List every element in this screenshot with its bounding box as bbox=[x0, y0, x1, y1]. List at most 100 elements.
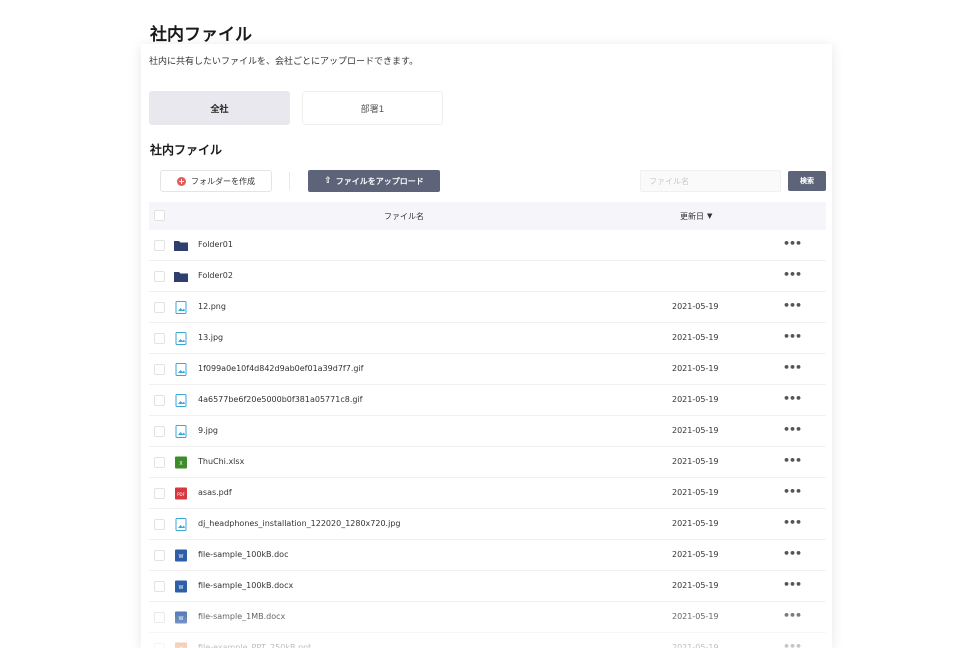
file-date: 2021-05-19 bbox=[672, 581, 719, 590]
file-name[interactable]: 12.png bbox=[198, 302, 226, 311]
tab-all-company[interactable]: 全社 bbox=[149, 91, 290, 125]
more-actions-icon[interactable]: ••• bbox=[783, 361, 802, 374]
row-checkbox[interactable] bbox=[154, 302, 165, 313]
company-tabs: 全社 部署1 bbox=[149, 91, 443, 125]
file-name[interactable]: ThuChi.xlsx bbox=[198, 457, 244, 466]
svg-text:W: W bbox=[179, 616, 184, 622]
table-row[interactable]: W file-sample_1MB.docx 2021-05-19 ••• bbox=[149, 602, 826, 633]
pdf-file-icon: PDF bbox=[174, 487, 188, 500]
file-name[interactable]: file-sample_1MB.docx bbox=[198, 612, 285, 621]
row-checkbox[interactable] bbox=[154, 457, 165, 468]
file-date: 2021-05-19 bbox=[672, 612, 719, 621]
more-actions-icon[interactable]: ••• bbox=[783, 423, 802, 436]
file-name[interactable]: 4a6577be6f20e5000b0f381a05771c8.gif bbox=[198, 395, 362, 404]
more-actions-icon[interactable]: ••• bbox=[783, 516, 802, 529]
row-checkbox[interactable] bbox=[154, 519, 165, 530]
table-row[interactable]: Folder01 ••• bbox=[149, 230, 826, 261]
table-row[interactable]: Folder02 ••• bbox=[149, 261, 826, 292]
table-row[interactable]: W file-sample_100kB.docx 2021-05-19 ••• bbox=[149, 571, 826, 602]
word-file-icon: W bbox=[174, 580, 188, 593]
more-actions-icon[interactable]: ••• bbox=[783, 299, 802, 312]
file-name[interactable]: 9.jpg bbox=[198, 426, 218, 435]
image-file-icon bbox=[174, 394, 188, 407]
more-actions-icon[interactable]: ••• bbox=[783, 330, 802, 343]
svg-text:X: X bbox=[179, 461, 183, 467]
more-actions-icon[interactable]: ••• bbox=[783, 609, 802, 622]
table-row[interactable]: 1f099a0e10f4d842d9ab0ef01a39d7f7.gif 202… bbox=[149, 354, 826, 385]
table-row[interactable]: 12.png 2021-05-19 ••• bbox=[149, 292, 826, 323]
word-file-icon: W bbox=[174, 611, 188, 624]
file-date: 2021-05-19 bbox=[672, 364, 719, 373]
upload-file-button[interactable]: ⇧ ファイルをアップロード bbox=[308, 170, 440, 192]
column-header-date[interactable]: 更新日 ▼ bbox=[680, 211, 712, 222]
file-name[interactable]: asas.pdf bbox=[198, 488, 232, 497]
table-row[interactable]: 4a6577be6f20e5000b0f381a05771c8.gif 2021… bbox=[149, 385, 826, 416]
row-checkbox[interactable] bbox=[154, 271, 165, 282]
table-row[interactable]: PDF asas.pdf 2021-05-19 ••• bbox=[149, 478, 826, 509]
row-checkbox[interactable] bbox=[154, 581, 165, 592]
file-name[interactable]: 13.jpg bbox=[198, 333, 223, 342]
row-checkbox[interactable] bbox=[154, 488, 165, 499]
create-folder-button[interactable]: + フォルダーを作成 bbox=[160, 170, 272, 192]
more-actions-icon[interactable]: ••• bbox=[783, 268, 802, 281]
excel-file-icon: X bbox=[174, 456, 188, 469]
image-file-icon bbox=[174, 425, 188, 438]
svg-text:W: W bbox=[179, 585, 184, 591]
more-actions-icon[interactable]: ••• bbox=[783, 485, 802, 498]
create-folder-label: フォルダーを作成 bbox=[191, 176, 255, 186]
folder-icon bbox=[174, 239, 188, 252]
table-row[interactable]: P file-example_PPT_250kB.ppt 2021-05-19 … bbox=[149, 633, 826, 648]
file-search-input[interactable] bbox=[640, 170, 781, 192]
table-header: ファイル名 更新日 ▼ bbox=[149, 202, 826, 230]
file-name[interactable]: Folder01 bbox=[198, 240, 233, 249]
table-row[interactable]: 13.jpg 2021-05-19 ••• bbox=[149, 323, 826, 354]
toolbar-divider bbox=[289, 172, 290, 190]
upload-icon: ⇧ bbox=[324, 176, 332, 186]
file-name[interactable]: Folder02 bbox=[198, 271, 233, 280]
tab-department-1[interactable]: 部署1 bbox=[302, 91, 443, 125]
more-actions-icon[interactable]: ••• bbox=[783, 237, 802, 250]
section-title: 社内ファイル bbox=[150, 143, 223, 157]
select-all-checkbox[interactable] bbox=[154, 210, 165, 221]
svg-text:PDF: PDF bbox=[177, 492, 185, 497]
image-file-icon bbox=[174, 301, 188, 314]
file-name[interactable]: file-sample_100kB.doc bbox=[198, 550, 288, 559]
more-actions-icon[interactable]: ••• bbox=[783, 392, 802, 405]
row-checkbox[interactable] bbox=[154, 550, 165, 561]
row-checkbox[interactable] bbox=[154, 426, 165, 437]
row-checkbox[interactable] bbox=[154, 395, 165, 406]
word-file-icon: W bbox=[174, 549, 188, 562]
file-name[interactable]: file-sample_100kB.docx bbox=[198, 581, 293, 590]
row-checkbox[interactable] bbox=[154, 364, 165, 375]
table-row[interactable]: dj_headphones_installation_122020_1280x7… bbox=[149, 509, 826, 540]
table-row[interactable]: 9.jpg 2021-05-19 ••• bbox=[149, 416, 826, 447]
more-actions-icon[interactable]: ••• bbox=[783, 640, 802, 648]
table-row[interactable]: X ThuChi.xlsx 2021-05-19 ••• bbox=[149, 447, 826, 478]
file-name[interactable]: file-example_PPT_250kB.ppt bbox=[198, 643, 311, 648]
search-button[interactable]: 検索 bbox=[788, 171, 826, 191]
svg-text:W: W bbox=[179, 554, 184, 560]
row-checkbox[interactable] bbox=[154, 333, 165, 344]
row-checkbox[interactable] bbox=[154, 612, 165, 623]
file-date: 2021-05-19 bbox=[672, 426, 719, 435]
column-header-name[interactable]: ファイル名 bbox=[384, 211, 424, 222]
row-checkbox[interactable] bbox=[154, 240, 165, 251]
row-checkbox[interactable] bbox=[154, 643, 165, 648]
more-actions-icon[interactable]: ••• bbox=[783, 547, 802, 560]
file-table: ファイル名 更新日 ▼ Folder01 ••• Folder02 ••• 12… bbox=[149, 202, 826, 648]
file-name[interactable]: 1f099a0e10f4d842d9ab0ef01a39d7f7.gif bbox=[198, 364, 364, 373]
file-date: 2021-05-19 bbox=[672, 302, 719, 311]
page-subtitle: 社内に共有したいファイルを、会社ごとにアップロードできます。 bbox=[149, 57, 419, 67]
more-actions-icon[interactable]: ••• bbox=[783, 454, 802, 467]
file-date: 2021-05-19 bbox=[672, 457, 719, 466]
sort-caret-icon: ▼ bbox=[707, 212, 713, 220]
page-title: 社内ファイル bbox=[150, 25, 252, 45]
file-date: 2021-05-19 bbox=[672, 333, 719, 342]
file-name[interactable]: dj_headphones_installation_122020_1280x7… bbox=[198, 519, 400, 528]
more-actions-icon[interactable]: ••• bbox=[783, 578, 802, 591]
file-date: 2021-05-19 bbox=[672, 550, 719, 559]
folder-icon bbox=[174, 270, 188, 283]
plus-circle-icon: + bbox=[177, 176, 186, 186]
table-row[interactable]: W file-sample_100kB.doc 2021-05-19 ••• bbox=[149, 540, 826, 571]
table-body: Folder01 ••• Folder02 ••• 12.png 2021-05… bbox=[149, 230, 826, 648]
